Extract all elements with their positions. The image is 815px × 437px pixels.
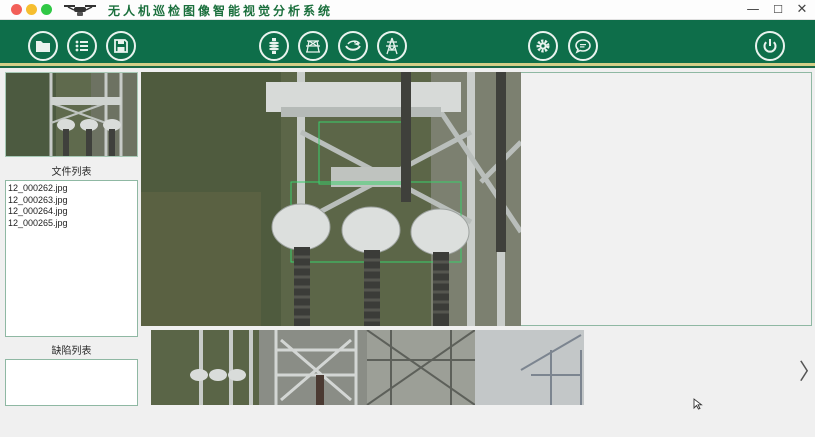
tower-frame-icon <box>306 40 320 53</box>
toolbar-bottom-stripe <box>0 66 815 68</box>
mouse-cursor-icon <box>693 398 703 410</box>
file-list-item[interactable]: 12_000264.jpg <box>8 206 135 218</box>
image-thumbnail-strip[interactable] <box>151 330 584 405</box>
close-dot[interactable] <box>11 4 22 15</box>
current-image-thumbnail[interactable] <box>5 72 138 157</box>
drone-logo-icon <box>64 5 96 16</box>
thumbnail-strip-photos <box>151 330 584 405</box>
list-button[interactable] <box>67 31 97 61</box>
app-title: 无人机巡检图像智能视觉分析系统 <box>108 4 334 18</box>
file-list[interactable]: 12_000262.jpg 12_000263.jpg 12_000264.jp… <box>5 180 138 337</box>
tower-frame-button[interactable] <box>298 31 328 61</box>
defect-list-label: 缺陷列表 <box>51 346 92 357</box>
chat-icon <box>575 39 591 54</box>
thumbnail-photo <box>6 73 137 156</box>
insulator-icon <box>269 38 279 54</box>
file-list-item[interactable]: 12_000263.jpg <box>8 195 135 207</box>
power-icon <box>763 39 777 53</box>
insulator-detect-button[interactable] <box>259 31 289 61</box>
minimize-button[interactable]: — <box>743 1 763 19</box>
close-button[interactable]: ✕ <box>792 1 812 19</box>
main-inspection-image[interactable] <box>141 72 521 326</box>
minimize-dot[interactable] <box>26 4 37 15</box>
file-list-label: 文件列表 <box>51 167 92 178</box>
gear-icon <box>536 39 550 53</box>
transmission-tower-icon <box>386 37 398 55</box>
save-icon <box>114 39 128 53</box>
zoom-dot[interactable] <box>41 4 52 15</box>
folder-icon <box>36 41 50 52</box>
file-list-item[interactable]: 12_000262.jpg <box>8 183 135 195</box>
next-image-button[interactable]: 〉 <box>799 354 815 386</box>
power-button[interactable] <box>755 31 785 61</box>
transmission-tower-button[interactable] <box>377 31 407 61</box>
inspection-photo <box>141 72 521 326</box>
list-icon <box>75 40 88 52</box>
save-button[interactable] <box>106 31 136 61</box>
bird-nest-button[interactable] <box>338 31 368 61</box>
maximize-button[interactable]: ☐ <box>768 1 788 19</box>
defect-list[interactable] <box>5 359 138 406</box>
title-bar: 无人机巡检图像智能视觉分析系统 — ☐ ✕ <box>0 0 815 20</box>
settings-button[interactable] <box>528 31 558 61</box>
message-button[interactable] <box>568 31 598 61</box>
bird-nest-icon <box>345 40 361 51</box>
file-list-item[interactable]: 12_000265.jpg <box>8 218 135 230</box>
open-folder-button[interactable] <box>28 31 58 61</box>
